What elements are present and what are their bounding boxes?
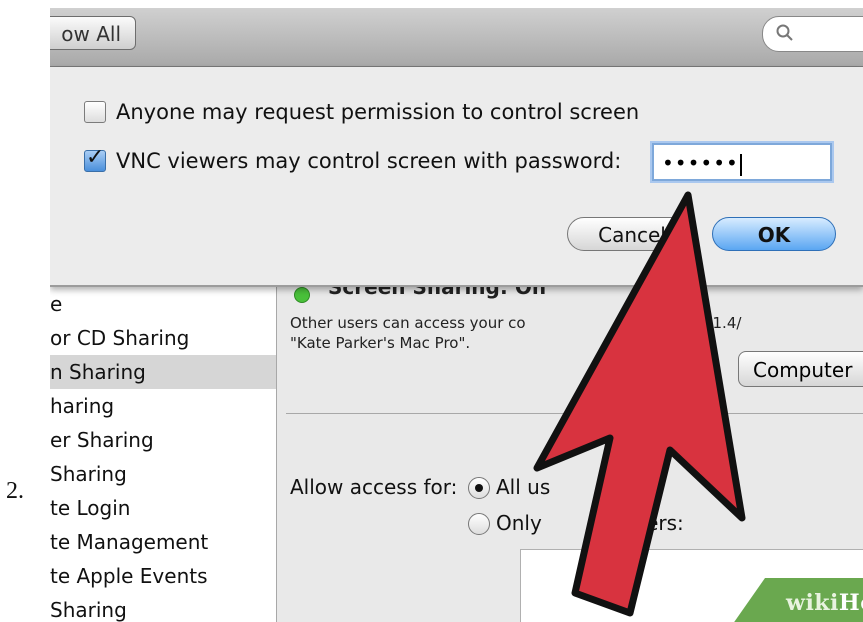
search-field[interactable] bbox=[762, 16, 863, 52]
radio-only-label: Only bbox=[496, 511, 542, 535]
screenshot-panel: ow All e or CD Sharing n Sharing haring … bbox=[50, 8, 863, 622]
show-all-button[interactable]: ow All bbox=[50, 16, 136, 50]
ok-button[interactable]: OK bbox=[712, 217, 836, 251]
vnc-password-label: VNC viewers may control screen with pass… bbox=[116, 149, 622, 173]
divider bbox=[286, 413, 863, 414]
sidebar-item-remote-management[interactable]: te Management bbox=[50, 525, 276, 559]
screen-sharing-pane: Screen Sharing: On Other users can acces… bbox=[278, 275, 863, 622]
toolbar: ow All bbox=[50, 8, 863, 67]
sidebar-item-screen-sharing[interactable]: n Sharing bbox=[50, 355, 276, 389]
sidebar-item-printer-sharing[interactable]: er Sharing bbox=[50, 423, 276, 457]
step-number: 2. bbox=[6, 478, 24, 504]
radio-all-users[interactable] bbox=[468, 477, 490, 499]
sidebar-item-remote-login[interactable]: te Login bbox=[50, 491, 276, 525]
option-request-permission[interactable]: Anyone may request permission to control… bbox=[84, 100, 639, 124]
radio-all-users-label: All us bbox=[496, 475, 551, 499]
wikihow-watermark: wikiHow bbox=[786, 590, 863, 616]
radio-only-these-users[interactable] bbox=[468, 513, 490, 535]
sidebar-item-dvd-cd-sharing[interactable]: or CD Sharing bbox=[50, 321, 276, 355]
sharing-description: Other users can access your co//192.168.… bbox=[290, 314, 742, 352]
text-caret bbox=[739, 153, 742, 176]
vnc-settings-sheet: Anyone may request permission to control… bbox=[50, 67, 863, 287]
search-icon bbox=[776, 24, 793, 41]
request-permission-checkbox[interactable] bbox=[84, 101, 106, 123]
sidebar-item-remote-apple-events[interactable]: te Apple Events bbox=[50, 559, 276, 593]
checkmark-icon: ✓ bbox=[86, 145, 105, 170]
vnc-password-checkbox[interactable]: ✓ bbox=[84, 145, 106, 172]
sidebar-item-web-sharing[interactable]: Sharing bbox=[50, 457, 276, 491]
option-vnc-password[interactable]: ✓ VNC viewers may control screen with pa… bbox=[84, 145, 622, 173]
request-permission-label: Anyone may request permission to control… bbox=[116, 100, 640, 124]
sidebar-item-file-sharing[interactable]: haring bbox=[50, 389, 276, 423]
status-indicator-icon bbox=[294, 287, 310, 303]
cancel-button[interactable]: Cancel bbox=[567, 217, 697, 251]
sidebar-item-xgrid-sharing[interactable]: Sharing bbox=[50, 593, 276, 622]
computer-settings-button[interactable]: Computer bbox=[738, 351, 863, 387]
sidebar-item[interactable]: e bbox=[50, 287, 276, 321]
vnc-password-input[interactable]: •••••• bbox=[652, 143, 832, 181]
allow-access-label: Allow access for: bbox=[290, 475, 458, 499]
services-list: e or CD Sharing n Sharing haring er Shar… bbox=[50, 287, 277, 622]
radio-only-suffix: users: bbox=[623, 511, 684, 535]
